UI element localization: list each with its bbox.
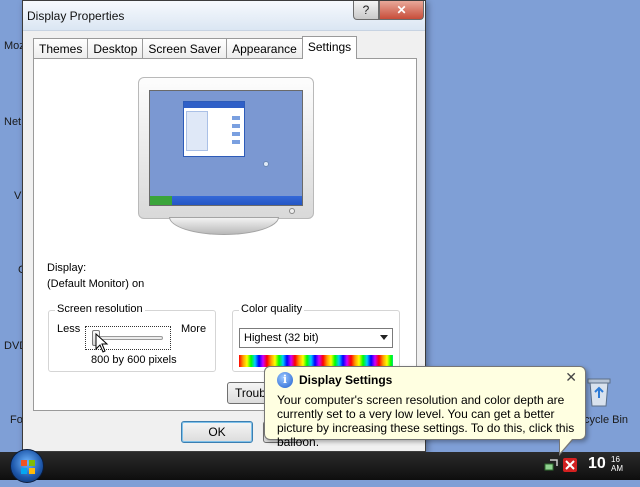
desktop-icon-label-v[interactable]: V <box>14 190 21 202</box>
tab-strip: Themes Desktop Screen Saver Appearance S… <box>33 36 358 59</box>
preview-window <box>183 101 245 157</box>
display-label: Display: <box>47 262 87 274</box>
error-tray-icon[interactable] <box>563 458 577 472</box>
color-quality-legend: Color quality <box>239 303 305 315</box>
clock-minute-period[interactable]: 16 AM <box>611 455 623 473</box>
clock-minute: 16 <box>611 455 620 464</box>
close-button[interactable]: ✕ <box>379 1 424 20</box>
recycle-bin-icon[interactable] <box>586 376 612 408</box>
balloon-tail-inner <box>560 439 572 453</box>
display-settings-balloon[interactable]: i Display Settings ✕ Your computer's scr… <box>264 366 586 456</box>
monitor-screen <box>149 90 303 206</box>
start-button[interactable] <box>10 449 44 483</box>
preview-taskbar <box>150 196 302 205</box>
preview-recycle-icon <box>263 161 269 167</box>
network-tray-icon[interactable] <box>544 458 558 472</box>
monitor-stand <box>169 217 279 235</box>
color-quality-select[interactable]: Highest (32 bit) <box>239 328 393 348</box>
resolution-value: 800 by 600 pixels <box>91 354 177 366</box>
info-icon: i <box>277 372 293 388</box>
window-title: Display Properties <box>27 9 125 23</box>
settings-panel: Display: (Default Monitor) on Screen res… <box>33 58 417 411</box>
clock-hour[interactable]: 10 <box>588 455 606 473</box>
recycle-bin-label[interactable]: cycle Bin <box>584 414 628 426</box>
color-quality-group: Color quality Highest (32 bit) <box>232 303 400 372</box>
color-quality-value: Highest (32 bit) <box>244 332 319 344</box>
monitor-preview <box>138 77 314 219</box>
title-bar[interactable]: Display Properties ? ✕ <box>23 1 425 31</box>
balloon-title: Display Settings <box>299 373 393 387</box>
clock-period: AM <box>611 464 623 473</box>
chevron-down-icon[interactable] <box>380 335 388 340</box>
tab-appearance[interactable]: Appearance <box>226 38 302 59</box>
display-value: (Default Monitor) on <box>47 278 145 290</box>
windows-logo-icon <box>21 460 35 474</box>
balloon-close-icon[interactable]: ✕ <box>565 369 577 386</box>
screen-resolution-legend: Screen resolution <box>55 303 145 315</box>
tab-settings[interactable]: Settings <box>301 36 358 59</box>
tab-screen-saver[interactable]: Screen Saver <box>142 38 227 59</box>
mouse-pointer-icon <box>95 333 109 353</box>
tab-themes[interactable]: Themes <box>33 38 88 59</box>
resolution-less-label: Less <box>57 323 81 335</box>
desktop-icon-label-fo[interactable]: Fo <box>10 414 23 426</box>
screen-resolution-group: Screen resolution Less More 800 by 600 p… <box>48 303 216 372</box>
balloon-body[interactable]: Your computer's screen resolution and co… <box>277 393 577 449</box>
desktop-icon-label-net[interactable]: Net <box>4 116 21 128</box>
power-light-icon <box>289 208 295 214</box>
help-button[interactable]: ? <box>353 1 379 20</box>
ok-button[interactable]: OK <box>181 421 253 443</box>
tab-desktop[interactable]: Desktop <box>87 38 143 59</box>
resolution-more-label: More <box>181 323 207 335</box>
